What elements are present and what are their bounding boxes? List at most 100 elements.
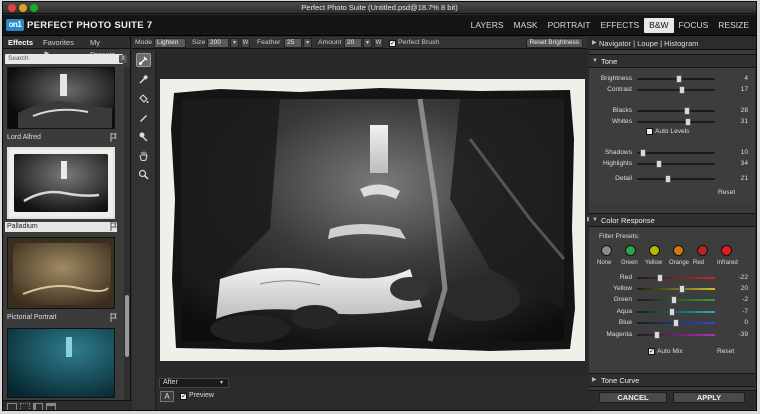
slider-track[interactable] <box>637 110 715 112</box>
module-tab-resize[interactable]: RESIZE <box>713 18 754 33</box>
slider-track[interactable] <box>637 334 715 336</box>
slider-thumb[interactable] <box>683 107 690 115</box>
filter-preset-swatch[interactable] <box>649 245 660 256</box>
slider-value[interactable]: 28 <box>720 106 748 116</box>
perfect-brush-checkbox[interactable] <box>389 39 396 47</box>
size-input[interactable]: 200 <box>207 38 229 48</box>
eyedropper-tool[interactable] <box>136 72 151 86</box>
preset-thumbnail-palladium[interactable] <box>7 147 115 219</box>
module-tab-bw[interactable]: B&W <box>644 18 674 33</box>
preset-thumbnail-pictorial-portrait[interactable] <box>7 237 115 309</box>
auto-levels-checkbox[interactable] <box>646 128 653 135</box>
tone-reset-button[interactable]: Reset <box>718 188 735 197</box>
hand-tool[interactable] <box>136 148 151 162</box>
slider-value[interactable]: 21 <box>720 174 748 184</box>
module-tab-portrait[interactable]: PORTRAIT <box>543 18 596 33</box>
filter-preset-swatch[interactable] <box>673 245 684 256</box>
slider-track[interactable] <box>637 89 715 91</box>
slider-value[interactable]: 0 <box>720 318 748 328</box>
tone-curve-section-header[interactable]: ▶ Tone Curve <box>589 373 755 387</box>
color-picker-tool[interactable] <box>136 129 151 143</box>
apply-button[interactable]: APPLY <box>673 392 745 403</box>
pen-tool[interactable] <box>136 110 151 124</box>
slider-thumb[interactable] <box>679 86 686 94</box>
brush-tool[interactable] <box>136 53 151 67</box>
mode-select[interactable]: Lighten <box>154 38 186 48</box>
slider-thumb[interactable] <box>665 175 672 183</box>
feather-input[interactable]: 25 <box>284 38 302 48</box>
slider-thumb[interactable] <box>655 160 662 168</box>
slider-value[interactable]: -7 <box>720 307 748 317</box>
slider-thumb[interactable] <box>640 149 647 157</box>
preset-thumbnail-next[interactable] <box>7 328 115 398</box>
amount-stepper[interactable]: ▾ <box>363 38 372 48</box>
compare-button[interactable]: A <box>160 391 174 402</box>
slider-thumb[interactable] <box>671 296 678 304</box>
slider-track[interactable] <box>637 121 715 123</box>
view-mode-select[interactable]: After <box>159 378 229 388</box>
preview-checkbox[interactable] <box>180 392 187 400</box>
slider-thumb[interactable] <box>669 308 676 316</box>
favorite-flag-icon[interactable] <box>110 133 117 142</box>
reset-brightness-button[interactable]: Reset Brightness <box>525 38 583 48</box>
color-reset-button[interactable]: Reset <box>717 347 734 356</box>
paint-bucket-tool[interactable] <box>136 91 151 105</box>
slider-value[interactable]: 10 <box>720 148 748 158</box>
view-grid-icon[interactable] <box>20 403 30 410</box>
close-window-button[interactable] <box>8 4 16 12</box>
adjustments-scrollbar[interactable] <box>755 51 756 381</box>
slider-track[interactable] <box>637 277 715 279</box>
amount-input[interactable]: 20 <box>344 38 362 48</box>
tone-section-header[interactable]: ▼ Tone <box>589 54 755 68</box>
slider-thumb[interactable] <box>657 274 664 282</box>
preset-thumbnail-lord-alfred[interactable] <box>7 67 115 129</box>
cancel-button[interactable]: CANCEL <box>599 392 667 403</box>
navigator-tabs[interactable]: ▶ Navigator | Loupe | Histogram <box>589 37 756 50</box>
presets-scrollbar-thumb[interactable] <box>125 295 129 357</box>
image-canvas[interactable] <box>157 50 587 377</box>
amount-w-button[interactable]: W <box>374 38 383 48</box>
size-w-button[interactable]: W <box>241 38 250 48</box>
module-tab-mask[interactable]: MASK <box>509 18 543 33</box>
slider-value[interactable]: 17 <box>720 85 748 95</box>
zoom-window-button[interactable] <box>30 4 38 12</box>
slider-thumb[interactable] <box>679 285 686 293</box>
size-stepper[interactable]: ▾ <box>230 38 239 48</box>
tab-effects[interactable]: Effects <box>3 37 38 48</box>
slider-value[interactable]: 4 <box>720 74 748 84</box>
slider-value[interactable]: -22 <box>720 273 748 283</box>
module-tab-layers[interactable]: LAYERS <box>466 18 509 33</box>
favorite-flag-icon[interactable] <box>110 222 117 231</box>
slider-track[interactable] <box>637 288 715 290</box>
favorite-flag-icon[interactable] <box>110 313 117 322</box>
slider-thumb[interactable] <box>673 319 679 327</box>
filter-preset-swatch[interactable] <box>697 245 708 256</box>
view-single-icon[interactable] <box>7 403 17 410</box>
slider-thumb[interactable] <box>676 75 683 83</box>
auto-mix-checkbox[interactable] <box>648 347 655 355</box>
filter-preset-swatch[interactable] <box>601 245 612 256</box>
clear-search-button[interactable]: X <box>119 55 127 63</box>
view-list-icon[interactable] <box>46 403 56 410</box>
view-columns-icon[interactable] <box>33 403 43 410</box>
slider-value[interactable]: -39 <box>720 330 748 340</box>
tab-my-presets[interactable]: My Presets <box>85 37 130 59</box>
zoom-tool[interactable] <box>136 167 151 181</box>
slider-track[interactable] <box>637 311 715 313</box>
module-tab-effects[interactable]: EFFECTS <box>595 18 644 33</box>
tab-favorites[interactable]: Favorites ⚑ <box>38 37 85 59</box>
slider-thumb[interactable] <box>685 118 692 126</box>
slider-track[interactable] <box>637 178 715 180</box>
filter-preset-swatch[interactable] <box>625 245 636 256</box>
preset-search-input[interactable]: Search <box>5 54 123 64</box>
slider-value[interactable]: -2 <box>720 295 748 305</box>
slider-track[interactable] <box>637 163 715 165</box>
slider-value[interactable]: 31 <box>720 117 748 127</box>
module-tab-focus[interactable]: FOCUS <box>674 18 714 33</box>
minimize-window-button[interactable] <box>19 4 27 12</box>
color-response-section-header[interactable]: ▼ Color Response <box>589 213 755 227</box>
filter-preset-swatch[interactable] <box>721 245 732 256</box>
slider-track[interactable] <box>637 152 715 154</box>
slider-value[interactable]: 34 <box>720 159 748 169</box>
slider-value[interactable]: 20 <box>720 284 748 294</box>
